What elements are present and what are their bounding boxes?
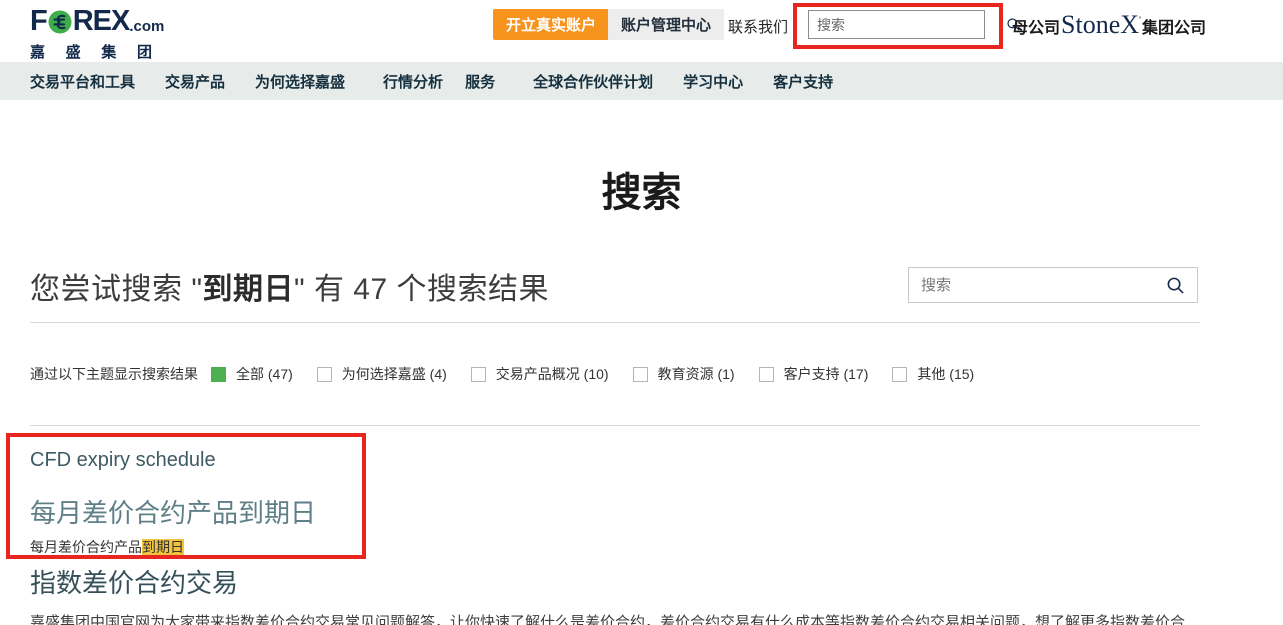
logo-subtitle-char: 盛 xyxy=(66,41,81,62)
checkbox-icon[interactable] xyxy=(471,367,486,382)
checkbox-checked-icon[interactable] xyxy=(211,367,226,382)
topic-filter-row: 通过以下主题显示搜索结果 全部 (47) 为何选择嘉盛 (4) 交易产品概况 (… xyxy=(30,364,998,384)
divider xyxy=(30,322,1200,323)
filter-option-label: 教育资源 (1) xyxy=(658,364,735,384)
nav-item-services[interactable]: 服务 xyxy=(465,71,495,92)
header-search-box xyxy=(808,10,985,39)
header-search-input[interactable] xyxy=(809,17,1006,33)
stonex-trademark: ' xyxy=(1139,14,1141,26)
logo-subtitle-char: 集 xyxy=(101,41,116,62)
logo-subtitle-char: 团 xyxy=(137,41,152,62)
result-title-link[interactable]: 每月差价合约产品到期日 xyxy=(30,493,316,530)
nav-item-customer-support[interactable]: 客户支持 xyxy=(773,71,833,92)
nav-item-learning-center[interactable]: 学习中心 xyxy=(683,71,743,92)
parent-company-prefix: 母公司 xyxy=(1012,14,1060,38)
site-header: F REX .com 嘉 盛 集 团 开立真实账户 账户管理中心 联系我们 母公… xyxy=(0,0,1283,62)
forex-logo-wordmark: F REX .com xyxy=(30,5,164,38)
logo-dot-com: .com xyxy=(129,18,164,38)
parent-company-suffix: 集团公司 xyxy=(1142,14,1206,38)
filter-option-other[interactable]: 其他 (15) xyxy=(892,364,974,384)
nav-item-trading-products[interactable]: 交易产品 xyxy=(165,71,225,92)
highlighted-term: 到期日 xyxy=(142,539,184,555)
filter-option-label: 为何选择嘉盛 (4) xyxy=(342,364,447,384)
result-title-link[interactable]: 指数差价合约交易 xyxy=(30,563,238,600)
result-category-link[interactable]: CFD expiry schedule xyxy=(30,449,216,472)
results-search-box xyxy=(908,267,1198,303)
filter-option-label: 客户支持 (17) xyxy=(784,364,869,384)
results-search-input[interactable] xyxy=(909,277,1166,294)
nav-item-partners[interactable]: 全球合作伙伴计划 xyxy=(533,71,653,92)
stonex-logo: StoneX' xyxy=(1061,12,1141,38)
filter-option-all[interactable]: 全部 (47) xyxy=(211,364,293,384)
filter-option-education[interactable]: 教育资源 (1) xyxy=(633,364,735,384)
account-management-button[interactable]: 账户管理中心 xyxy=(608,9,724,40)
search-result-item: CFD expiry schedule 每月差价合约产品到期日 每月差价合约产品… xyxy=(30,449,316,557)
logo-subtitle-char: 嘉 xyxy=(30,41,45,62)
logo-letter-f: F xyxy=(30,5,47,38)
filter-option-label: 交易产品概况 (10) xyxy=(496,364,609,384)
checkbox-icon[interactable] xyxy=(892,367,907,382)
forex-logo[interactable]: F REX .com 嘉 盛 集 团 xyxy=(30,5,164,62)
result-snippet: 每月差价合约产品到期日 xyxy=(30,537,316,557)
filter-option-products[interactable]: 交易产品概况 (10) xyxy=(471,364,609,384)
forex-o-icon xyxy=(48,10,72,34)
result-snippet: 嘉盛集团中国官网为大家带来指数差价合约交易常见问题解答，让你快速了解什么是差价合… xyxy=(30,609,1198,625)
filter-option-support[interactable]: 客户支持 (17) xyxy=(759,364,869,384)
results-summary-heading: 您尝试搜索 "到期日" 有 47 个搜索结果 xyxy=(30,264,549,308)
logo-letters-rex: REX xyxy=(73,5,130,38)
filter-option-label: 全部 (47) xyxy=(236,364,293,384)
divider xyxy=(30,425,1200,426)
nav-item-why-us[interactable]: 为何选择嘉盛 xyxy=(255,71,345,92)
nav-item-market-analysis[interactable]: 行情分析 xyxy=(383,71,443,92)
checkbox-icon[interactable] xyxy=(633,367,648,382)
checkbox-icon[interactable] xyxy=(759,367,774,382)
filter-option-why-us[interactable]: 为何选择嘉盛 (4) xyxy=(317,364,447,384)
logo-subtitle-jiasheng: 嘉 盛 集 团 xyxy=(30,41,152,62)
search-query-term: 到期日 xyxy=(202,273,294,306)
parent-company-stonex[interactable]: 母公司 StoneX' 集团公司 xyxy=(1012,12,1206,38)
checkbox-icon[interactable] xyxy=(317,367,332,382)
filter-option-label: 其他 (15) xyxy=(917,364,974,384)
nav-item-trading-platforms[interactable]: 交易平台和工具 xyxy=(30,71,135,92)
search-icon[interactable] xyxy=(1166,276,1185,295)
page-title: 搜索 xyxy=(0,160,1283,218)
search-result-item: 指数差价合约交易 嘉盛集团中国官网为大家带来指数差价合约交易常见问题解答，让你快… xyxy=(30,563,1198,625)
open-live-account-button[interactable]: 开立真实账户 xyxy=(493,9,609,40)
filter-row-label: 通过以下主题显示搜索结果 xyxy=(30,364,198,384)
main-navigation: 交易平台和工具 交易产品 为何选择嘉盛 行情分析 服务 全球合作伙伴计划 学习中… xyxy=(0,62,1283,100)
contact-us-link[interactable]: 联系我们 xyxy=(728,16,788,37)
